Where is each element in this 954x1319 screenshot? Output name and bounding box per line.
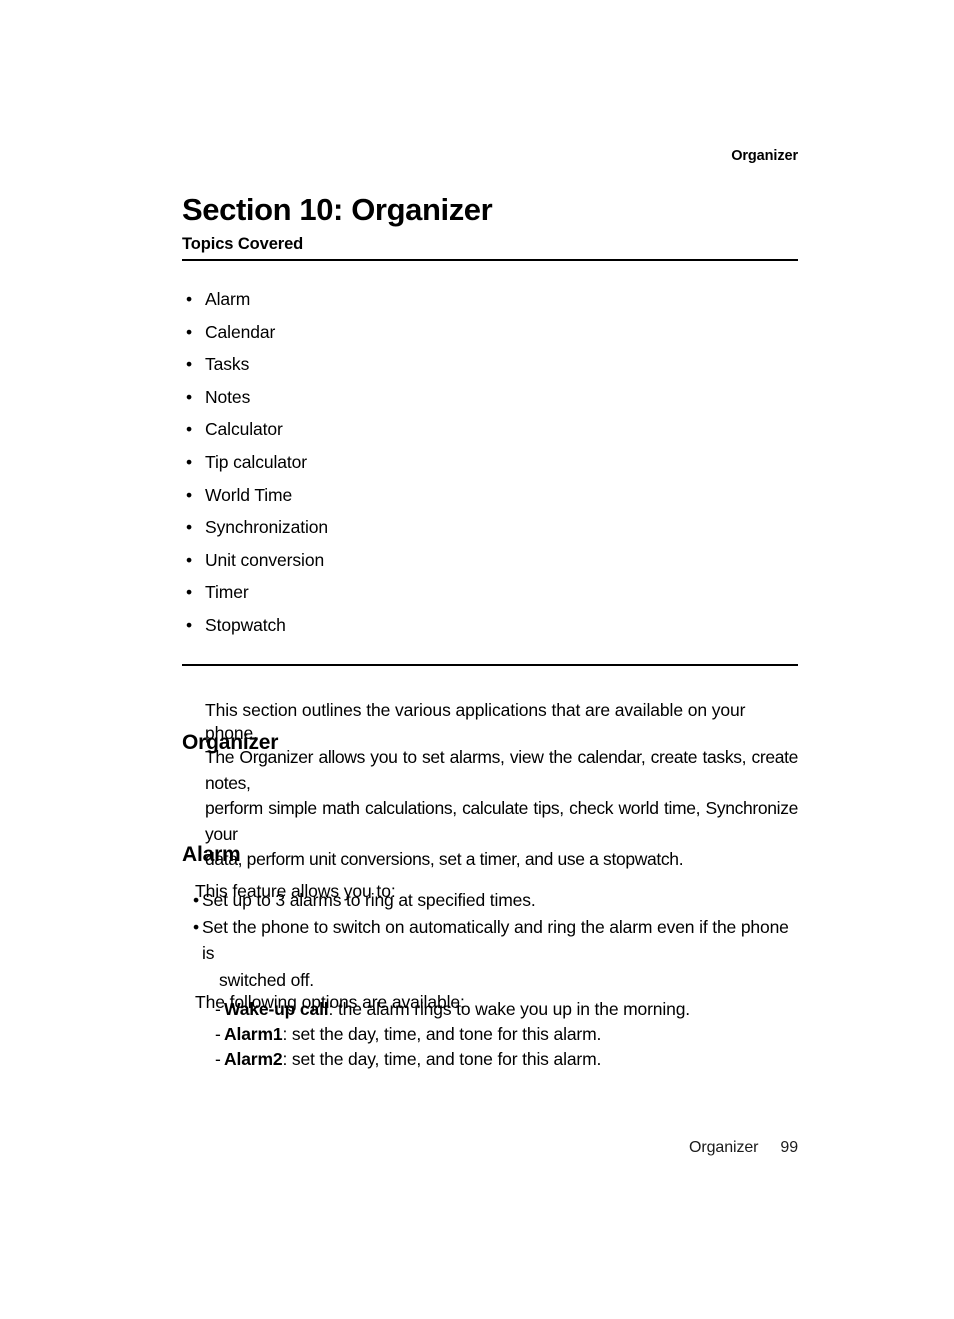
topic-label: Calculator (205, 419, 283, 440)
bullet-icon: • (186, 289, 193, 309)
bullet-icon: • (186, 582, 193, 603)
bullet-icon: • (186, 614, 193, 635)
alarm-heading: Alarm (182, 843, 241, 867)
topic-label: Timer (205, 582, 249, 603)
option-term: Alarm2 (224, 1049, 283, 1069)
list-item: • Unit conversion (186, 544, 798, 577)
list-item: • Calculator (186, 413, 798, 446)
list-item: • Alarm (186, 283, 798, 316)
list-item: • Tasks (186, 348, 798, 381)
topic-label: Tip calculator (205, 451, 308, 472)
bullet-icon: • (186, 354, 193, 375)
document-page: Organizer Section 10: Organizer Topics C… (0, 0, 954, 1319)
topics-covered-label: Topics Covered (182, 235, 304, 253)
list-item: • Tip calculator (186, 446, 798, 479)
paragraph-line: perform simple math calculations, calcul… (205, 798, 798, 844)
option-description: : set the day, time, and tone for this a… (282, 1024, 602, 1044)
alarm-feature-list: • Set up to 3 alarms to ring at specifie… (193, 887, 798, 993)
running-head: Organizer (731, 148, 798, 164)
list-item: • Calendar (186, 316, 798, 349)
option-term: Alarm1 (224, 1024, 283, 1044)
topic-label: Calendar (205, 321, 276, 342)
topic-label: Synchronization (205, 517, 329, 538)
option-description: : set the day, time, and tone for this a… (282, 1049, 602, 1069)
bullet-icon: • (193, 890, 199, 910)
paragraph-line: The Organizer allows you to set alarms, … (205, 747, 798, 793)
topic-label: Stopwatch (205, 614, 286, 635)
topic-label: Tasks (205, 354, 250, 375)
topic-label: World Time (205, 484, 293, 505)
list-item: • Set the phone to switch on automatical… (193, 914, 798, 994)
horizontal-rule-top (182, 259, 798, 261)
list-item: - Alarm1: set the day, time, and tone fo… (215, 1022, 798, 1047)
topic-label: Notes (205, 386, 251, 407)
organizer-paragraph: The Organizer allows you to set alarms, … (205, 745, 798, 873)
list-item: • Timer (186, 576, 798, 609)
dash-icon: - (215, 1049, 221, 1069)
footer-page-number: 99 (780, 1139, 798, 1156)
bullet-icon: • (186, 321, 193, 342)
alarm-feature-text: Set the phone to switch on automatically… (202, 916, 789, 964)
list-item: - Wake-up call: the alarm rings to wake … (215, 997, 798, 1022)
list-item: - Alarm2: set the day, time, and tone fo… (215, 1047, 798, 1072)
alarm-options-list: - Wake-up call: the alarm rings to wake … (215, 997, 798, 1072)
horizontal-rule-bottom (182, 664, 798, 666)
list-item: • Set up to 3 alarms to ring at specifie… (193, 887, 798, 914)
list-item: • Stopwatch (186, 609, 798, 642)
page-footer: Organizer 99 (182, 1138, 798, 1157)
bullet-icon: • (193, 916, 199, 937)
topic-label: Alarm (205, 289, 251, 309)
bullet-icon: • (186, 451, 193, 472)
list-item: • Synchronization (186, 511, 798, 544)
bullet-icon: • (186, 419, 193, 440)
section-intro-paragraph: This section outlines the various applic… (205, 699, 746, 743)
option-description: : the alarm rings to wake you up in the … (328, 999, 691, 1019)
list-item: • Notes (186, 381, 798, 414)
topic-label: Unit conversion (205, 549, 325, 570)
dash-icon: - (215, 999, 221, 1019)
dash-icon: - (215, 1024, 221, 1044)
bullet-icon: • (186, 517, 193, 538)
bullet-icon: • (186, 386, 193, 407)
paragraph-line: data, perform unit conversions, set a ti… (205, 849, 684, 869)
alarm-feature-text: Set up to 3 alarms to ring at specified … (202, 890, 536, 910)
topics-list: • Alarm • Calendar • Tasks • Notes • Cal… (186, 283, 798, 642)
bullet-icon: • (186, 484, 193, 505)
bullet-icon: • (186, 549, 193, 570)
list-item: • World Time (186, 479, 798, 512)
footer-section-label: Organizer (689, 1139, 759, 1156)
option-term: Wake-up call (224, 999, 329, 1019)
section-title: Section 10: Organizer (182, 191, 493, 227)
